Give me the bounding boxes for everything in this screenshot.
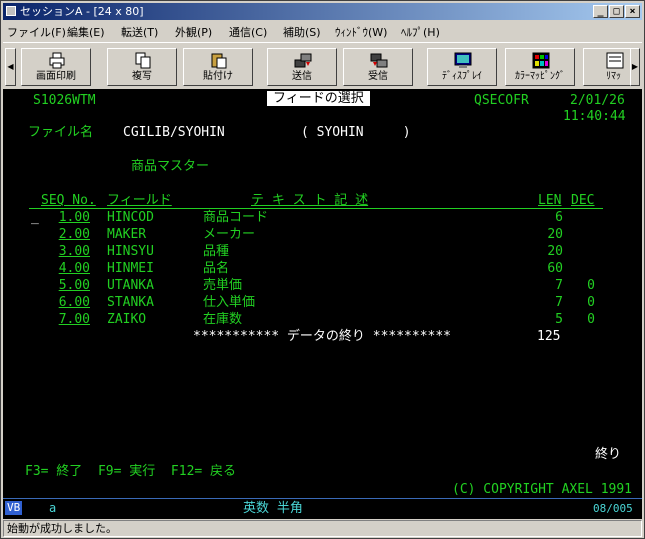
field-name: STANKA [107, 295, 154, 310]
screen-title: フィードの選択 [267, 91, 370, 106]
copyright: (C) COPYRIGHT AXEL 1991 [452, 482, 633, 497]
input-mode: 英数 半角 [243, 501, 303, 516]
end-of-data-line: *********** データの終り ********** [193, 329, 452, 344]
field-dec: 0 [587, 278, 595, 293]
toolbar-scroll-left-button[interactable]: ◀ [5, 48, 16, 86]
receive-button[interactable]: 受信 [343, 48, 413, 86]
seq-input[interactable]: 2.00 [36, 227, 90, 242]
menu-appearance[interactable]: 外観(P) [175, 24, 212, 40]
remap-label: ﾘﾏｯ [606, 71, 621, 82]
display-label: ﾃﾞｨｽﾌﾟﾚｲ [442, 71, 482, 82]
session-indicator: a [49, 501, 57, 515]
seq-input[interactable]: 4.00 [36, 261, 90, 276]
field-dec: 0 [587, 295, 595, 310]
toolbar: ◀ 画面印刷 複写 貼付け 送信 受信 ﾃﾞｨｽﾌﾟﾚｲ ｶﾗｰﾏｯﾋﾟﾝｸﾞ [3, 42, 642, 90]
field-name: ZAIKO [107, 312, 147, 327]
display-button[interactable]: ﾃﾞｨｽﾌﾟﾚｲ [427, 48, 497, 86]
file-name-label: ファイル名 [28, 125, 94, 140]
field-name: HINMEI [107, 261, 154, 276]
field-len: 6 [555, 210, 563, 225]
operator-info-area: VB a 英数 半角 08/005 [3, 498, 642, 519]
seq-input[interactable]: 1.00 [36, 210, 90, 225]
menu-communication[interactable]: 通信(C) [229, 24, 267, 40]
seq-input[interactable]: 5.00 [36, 278, 90, 293]
column-header-dec: DEC [571, 193, 595, 208]
member-name: ( SYOHIN ) [301, 125, 411, 140]
menu-assist[interactable]: 補助(S) [283, 24, 321, 40]
total-length: 125 [537, 329, 561, 344]
copy-label: 複写 [132, 71, 152, 82]
status-bar: 始動が成功しました。 [3, 520, 642, 537]
system-date: 2/01/26 [570, 93, 625, 108]
status-message: 始動が成功しました。 [7, 522, 117, 535]
field-name: HINSYU [107, 244, 154, 259]
field-text: 在庫数 [203, 312, 243, 327]
field-text: 売単価 [203, 278, 243, 293]
title-bar[interactable]: セッションA - [24 x 80] _ □ × [3, 3, 642, 20]
field-dec: 0 [587, 312, 595, 327]
close-button[interactable]: × [625, 5, 640, 18]
seq-input[interactable]: 3.00 [36, 244, 90, 259]
function-keys: F3= 終了 F9= 実行 F12= 戻る [25, 464, 237, 479]
field-text: 品種 [203, 244, 230, 259]
file-name-value: CGILIB/SYOHIN [123, 125, 225, 140]
field-text: 仕入単価 [203, 295, 256, 310]
column-header-len: LEN [538, 193, 562, 208]
field-len: 5 [555, 312, 563, 327]
system-user: QSECOFR [474, 93, 529, 108]
field-len: 20 [547, 227, 563, 242]
field-name: MAKER [107, 227, 147, 242]
remap-button[interactable]: ﾘﾏｯ [583, 48, 631, 86]
column-header-seq: SEQ No. [41, 193, 96, 208]
terminal-window: セッションA - [24 x 80] _ □ × ファイル(F) 編集(E) 転… [0, 0, 645, 539]
receive-label: 受信 [368, 71, 388, 82]
seq-input[interactable]: 7.00 [36, 312, 90, 327]
column-header-field: フィールド [107, 193, 172, 208]
field-text: 品名 [203, 261, 230, 276]
field-len: 60 [547, 261, 563, 276]
program-id: S1026WTM [33, 93, 96, 108]
mode-indicator: VB [5, 501, 23, 515]
window-title: セッションA - [24 x 80] [20, 5, 144, 18]
field-len: 20 [547, 244, 563, 259]
field-text: 商品コード [203, 210, 269, 225]
maximize-button[interactable]: □ [609, 5, 624, 18]
menu-edit[interactable]: 編集(E) [67, 24, 105, 40]
field-name: UTANKA [107, 278, 154, 293]
field-len: 7 [555, 278, 563, 293]
send-label: 送信 [292, 71, 312, 82]
cursor-position: 08/005 [593, 502, 633, 515]
system-time: 11:40:44 [563, 109, 626, 124]
paste-label: 貼付け [203, 71, 233, 82]
menu-bar: ファイル(F) 編集(E) 転送(T) 外観(P) 通信(C) 補助(S) ｳｨ… [3, 21, 642, 40]
file-description: 商品マスター [131, 159, 210, 174]
app-icon[interactable] [6, 6, 16, 16]
menu-file[interactable]: ファイル(F) [7, 24, 66, 40]
print-screen-button[interactable]: 画面印刷 [21, 48, 91, 86]
menu-window[interactable]: ｳｨﾝﾄﾞｳ(W) [335, 24, 387, 40]
seq-input[interactable]: 6.00 [36, 295, 90, 310]
end-marker: 終り [595, 447, 622, 462]
column-header-text: テ キ ス ト 記 述 [251, 193, 369, 208]
field-len: 7 [555, 295, 563, 310]
toolbar-scroll-right-button[interactable]: ▶ [630, 48, 640, 86]
field-name: HINCOD [107, 210, 154, 225]
menu-transfer[interactable]: 転送(T) [121, 24, 158, 40]
terminal-screen[interactable]: S1026WTM フィードの選択 QSECOFR 2/01/26 11:40:4… [3, 89, 642, 498]
copy-button[interactable]: 複写 [107, 48, 177, 86]
menu-help[interactable]: ﾍﾙﾌﾟ(H) [401, 24, 440, 40]
print-screen-label: 画面印刷 [36, 71, 76, 82]
color-mapping-button[interactable]: ｶﾗｰﾏｯﾋﾟﾝｸﾞ [505, 48, 575, 86]
minimize-button[interactable]: _ [593, 5, 608, 18]
color-mapping-label: ｶﾗｰﾏｯﾋﾟﾝｸﾞ [515, 71, 565, 82]
header-underline [29, 208, 603, 209]
field-text: メーカー [203, 227, 256, 242]
paste-button[interactable]: 貼付け [183, 48, 253, 86]
send-button[interactable]: 送信 [267, 48, 337, 86]
